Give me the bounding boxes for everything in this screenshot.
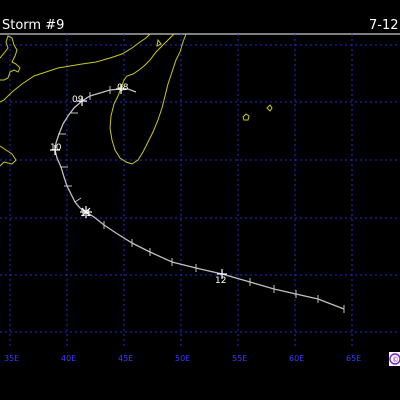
mauritius-island xyxy=(266,104,273,112)
lat-lon-grid xyxy=(0,34,400,346)
storm-track xyxy=(54,88,345,310)
day-label-08: 08 xyxy=(117,83,129,93)
lon-label-35e: 35E xyxy=(4,354,19,363)
lon-label-50e: 50E xyxy=(175,354,190,363)
track-tick xyxy=(74,197,82,203)
madagascar-coast xyxy=(109,33,187,165)
copyright-logo: © xyxy=(389,352,400,366)
lon-label-40e: 40E xyxy=(61,354,76,363)
lon-label-55e: 55E xyxy=(232,354,247,363)
logo-mark: © xyxy=(392,356,399,364)
africa-coast xyxy=(0,35,21,81)
longitude-labels: 35E 40E 45E 50E 55E 60E 65E xyxy=(4,354,361,363)
lon-label-65e: 65E xyxy=(346,354,361,363)
track-line xyxy=(54,88,345,310)
day-label-11: 11 xyxy=(80,209,91,219)
day-label-09: 09 xyxy=(72,95,84,105)
day-label-10: 10 xyxy=(50,143,62,153)
mozambique-coast-south xyxy=(0,145,17,167)
day-label-12: 12 xyxy=(215,276,226,286)
lon-label-45e: 45E xyxy=(118,354,133,363)
coastlines xyxy=(0,33,273,167)
lon-label-60e: 60E xyxy=(289,354,304,363)
map-canvas: 08 09 10 11 12 35E 40E 45E 50E 55E 60E 6… xyxy=(0,33,400,366)
storm-track-map: Storm #9 7-12 J xyxy=(0,0,400,400)
track-ticks xyxy=(58,86,345,313)
reunion-island xyxy=(242,113,250,121)
